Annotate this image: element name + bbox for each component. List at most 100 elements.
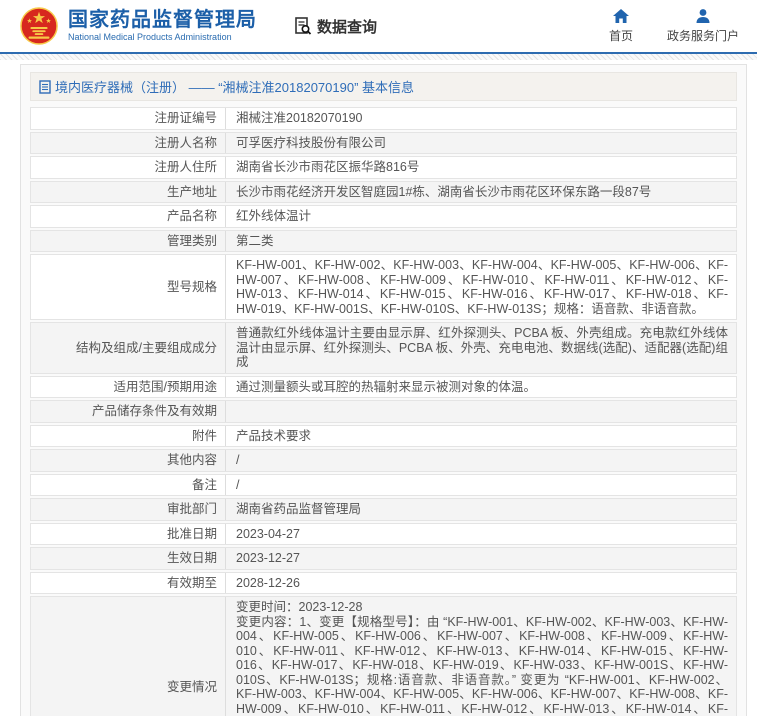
row-value-text: 普通款红外线体温计主要由显示屏、红外探测头、PCBA 板、外壳组成。充电款红外线… (236, 326, 728, 369)
row-value-text: 第二类 (236, 233, 274, 248)
breadcrumb: 境内医疗器械（注册） —— “湘械注准20182070190” 基本信息 (30, 72, 737, 101)
row-label: 审批部门 (31, 499, 226, 520)
row-value-text: 长沙市雨花经济开发区智庭园1#栋、湖南省长沙市雨花区环保东路一段87号 (236, 184, 652, 199)
table-row: 结构及组成/主要组成成分 普通款红外线体温计主要由显示屏、红外探测头、PCBA 板… (30, 322, 737, 374)
row-label: 批准日期 (31, 523, 226, 544)
row-label-text: 有效期至 (166, 575, 217, 590)
table-row: 附件 产品技术要求 (30, 424, 737, 447)
row-label: 注册人住所 (31, 157, 226, 178)
row-label-text: 管理类别 (166, 233, 217, 248)
table-row: 其他内容 / (30, 449, 737, 472)
row-label: 附件 (31, 425, 226, 446)
national-emblem-icon (20, 7, 58, 45)
row-label: 管理类别 (31, 230, 226, 251)
row-value-text: KF-HW-001、KF-HW-002、KF-HW-003、KF-HW-004、… (236, 258, 728, 316)
table-row: 适用范围/预期用途 通过测量额头或耳腔的热辐射来显示被测对象的体温。 (30, 375, 737, 398)
row-value: 湘械注准20182070190 (226, 108, 736, 129)
document-search-icon (295, 17, 312, 35)
row-label: 产品名称 (31, 206, 226, 227)
row-value: KF-HW-001、KF-HW-002、KF-HW-003、KF-HW-004、… (226, 255, 736, 319)
row-value-text: 湘械注准20182070190 (236, 111, 363, 125)
row-value: 2028-12-26 (226, 573, 736, 594)
table-row: 批准日期 2023-04-27 (30, 522, 737, 545)
table-row: 注册人名称 可孚医疗科技股份有限公司 (30, 131, 737, 154)
row-label-text: 注册人名称 (154, 135, 217, 150)
row-label-text: 变更情况 (166, 679, 217, 694)
row-value-text: 可孚医疗科技股份有限公司 (236, 135, 387, 150)
table-row: 生效日期 2023-12-27 (30, 547, 737, 570)
table-row: 产品名称 红外线体温计 (30, 205, 737, 228)
table-row: 注册证编号 湘械注准20182070190 (30, 107, 737, 130)
row-label-text: 批准日期 (166, 526, 217, 541)
row-label-text: 结构及组成/主要组成成分 (76, 340, 217, 355)
row-value: 可孚医疗科技股份有限公司 (226, 133, 736, 154)
row-label-text: 产品储存条件及有效期 (91, 404, 217, 418)
row-value: 长沙市雨花经济开发区智庭园1#栋、湖南省长沙市雨花区环保东路一段87号 (226, 182, 736, 203)
row-value: / (226, 450, 736, 471)
row-value (226, 401, 736, 422)
registration-info-table: 注册证编号 湘械注准20182070190 注册人名称 可孚医疗科技股份有限公司 注册人… (30, 107, 737, 716)
row-value-text: 湖南省长沙市雨花区振华路816号 (236, 160, 420, 174)
row-label-text: 注册人住所 (154, 160, 217, 174)
nav-data-query[interactable]: 数据查询 (293, 16, 377, 37)
home-icon (612, 9, 629, 23)
table-row: 有效期至 2028-12-26 (30, 571, 737, 594)
row-label: 有效期至 (31, 572, 226, 593)
row-label-text: 产品名称 (166, 209, 217, 223)
row-label: 注册人名称 (31, 132, 226, 153)
row-label: 注册证编号 (31, 108, 226, 129)
content-panel: 境内医疗器械（注册） —— “湘械注准20182070190” 基本信息 注册证… (20, 64, 747, 716)
row-value: 通过测量额头或耳腔的热辐射来显示被测对象的体温。 (226, 377, 736, 398)
row-value-text: 2023-12-27 (236, 551, 300, 565)
row-label: 变更情况 (31, 597, 226, 716)
table-row: 产品储存条件及有效期 (30, 400, 737, 423)
row-label-text: 适用范围/预期用途 (113, 379, 217, 394)
row-value-text: / (236, 453, 240, 467)
row-value: 2023-04-27 (226, 524, 736, 545)
table-row: 管理类别 第二类 (30, 229, 737, 252)
brand-block: 国家药品监督管理局 National Medical Products Admi… (68, 9, 257, 43)
row-label-text: 备注 (191, 477, 217, 492)
row-label: 结构及组成/主要组成成分 (31, 323, 226, 373)
row-label-text: 生产地址 (166, 184, 217, 199)
row-value-text: 湖南省药品监督管理局 (236, 502, 362, 516)
row-label-text: 型号规格 (166, 279, 217, 294)
table-row: 审批部门 湖南省药品监督管理局 (30, 498, 737, 521)
row-value-text: / (236, 477, 240, 492)
row-value: 红外线体温计 (226, 206, 736, 227)
hatch-texture (0, 54, 757, 60)
row-value: 2023-12-27 (226, 548, 736, 569)
row-label: 型号规格 (31, 255, 226, 319)
row-label-text: 其他内容 (166, 453, 217, 467)
row-value: 湖南省药品监督管理局 (226, 499, 736, 520)
nav-portal[interactable]: 政务服务门户 (667, 8, 739, 44)
row-label: 生效日期 (31, 548, 226, 569)
row-value: / (226, 475, 736, 496)
row-value: 湖南省长沙市雨花区振华路816号 (226, 157, 736, 178)
site-subtitle: National Medical Products Administration (68, 32, 232, 43)
row-value: 变更时间：2023-12-28 变更内容：1、变更【规格型号】：由 “KF-HW… (226, 597, 736, 716)
table-row: 变更情况 变更时间：2023-12-28 变更内容：1、变更【规格型号】：由 “K… (30, 596, 737, 716)
row-label-text: 附件 (191, 428, 217, 443)
row-label-text: 审批部门 (166, 502, 217, 516)
row-label-text: 注册证编号 (154, 111, 217, 125)
row-label: 其他内容 (31, 450, 226, 471)
user-icon (696, 9, 710, 23)
document-icon (39, 79, 51, 94)
top-header: 国家药品监督管理局 National Medical Products Admi… (0, 0, 757, 52)
nav-data-query-label: 数据查询 (317, 18, 378, 36)
table-row: 备注 / (30, 473, 737, 496)
breadcrumb-text: 境内医疗器械（注册） —— “湘械注准20182070190” 基本信息 (55, 80, 415, 95)
table-row: 生产地址 长沙市雨花经济开发区智庭园1#栋、湖南省长沙市雨花区环保东路一段87号 (30, 180, 737, 203)
row-value: 普通款红外线体温计主要由显示屏、红外探测头、PCBA 板、外壳组成。充电款红外线… (226, 323, 736, 373)
table-row: 注册人住所 湖南省长沙市雨花区振华路816号 (30, 156, 737, 179)
row-value: 产品技术要求 (226, 426, 736, 447)
row-value-text: 产品技术要求 (236, 428, 312, 443)
row-label: 生产地址 (31, 181, 226, 202)
row-value: 第二类 (226, 231, 736, 252)
row-label: 备注 (31, 474, 226, 495)
site-title: 国家药品监督管理局 (68, 9, 257, 32)
row-label-text: 生效日期 (166, 551, 217, 565)
row-value-text: 通过测量额头或耳腔的热辐射来显示被测对象的体温。 (236, 379, 537, 394)
nav-home[interactable]: 首页 (609, 8, 633, 44)
